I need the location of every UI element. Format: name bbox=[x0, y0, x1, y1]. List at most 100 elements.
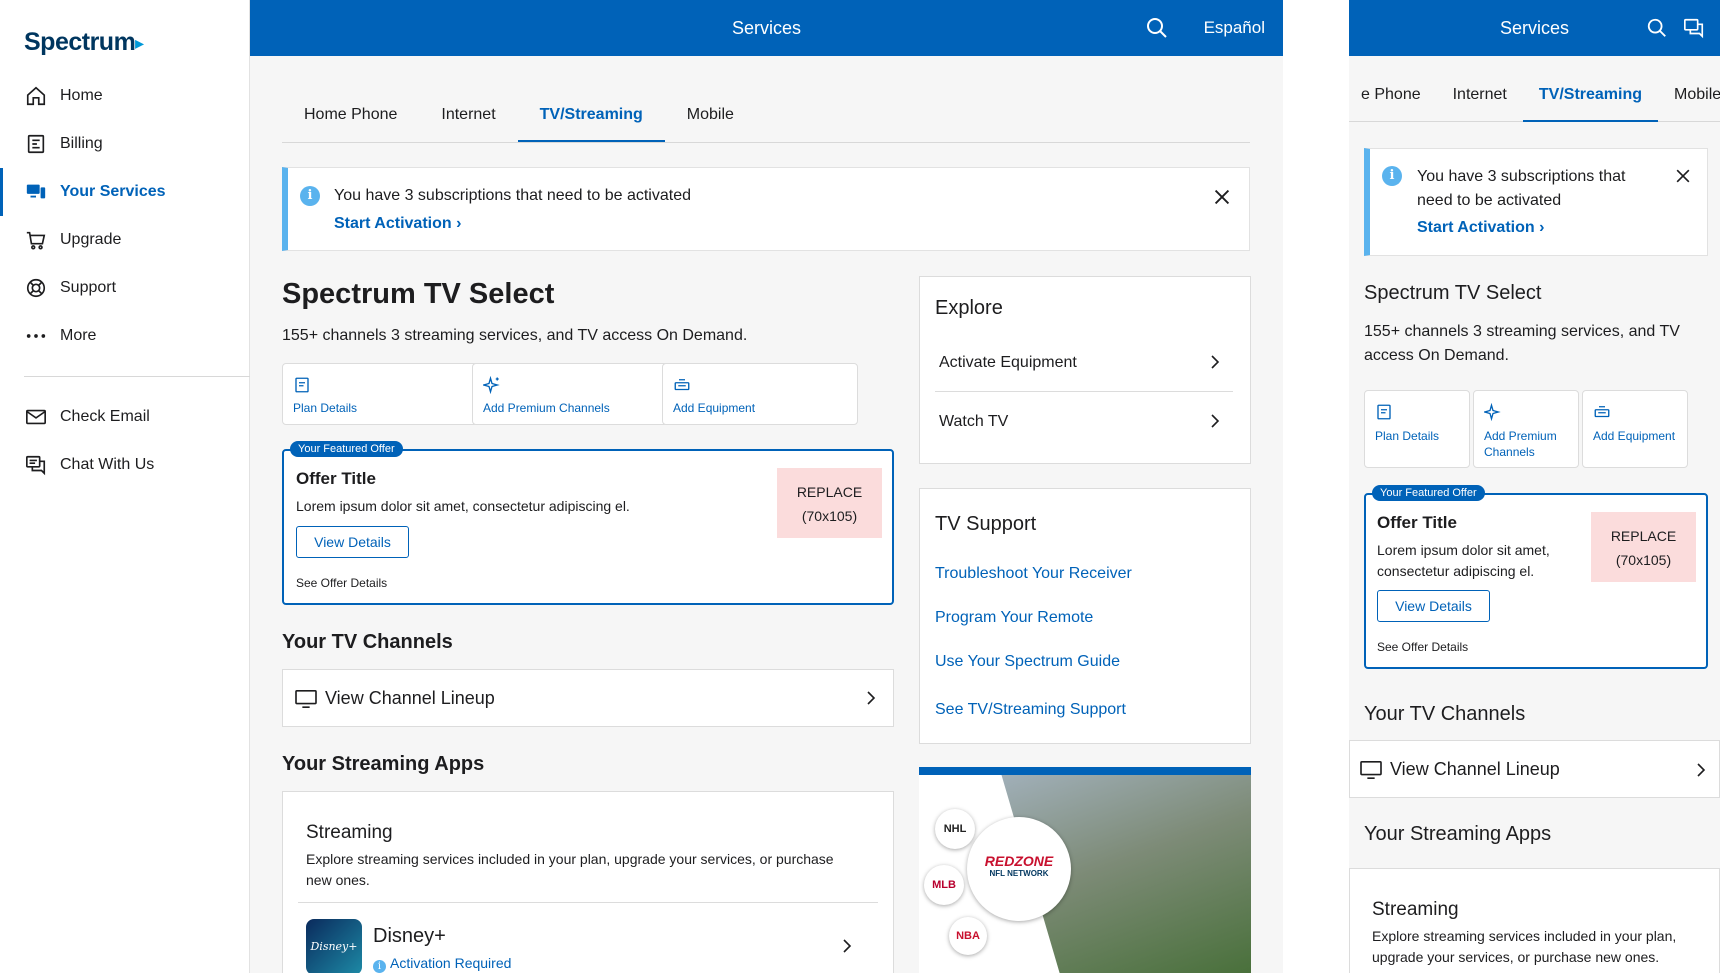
home-icon bbox=[24, 84, 48, 108]
spectrum-guide-link[interactable]: Use Your Spectrum Guide bbox=[935, 653, 1120, 671]
add-premium-channels-button[interactable]: Add Premium Channels bbox=[472, 363, 668, 425]
plan-details-button[interactable]: Plan Details bbox=[1364, 390, 1470, 468]
chevron-right-icon bbox=[1693, 762, 1709, 778]
sidebar-item-label: Support bbox=[60, 279, 117, 296]
sidebar-divider bbox=[24, 376, 250, 377]
start-activation-link[interactable]: Start Activation › bbox=[334, 215, 461, 233]
sidebar-item-label: More bbox=[60, 327, 97, 344]
add-premium-channels-button[interactable]: Add Premium Channels bbox=[1473, 390, 1579, 468]
activation-status-label: Activation Required bbox=[390, 955, 512, 971]
sidebar-item-billing[interactable]: Billing bbox=[0, 120, 250, 168]
chevron-right-icon[interactable] bbox=[839, 938, 855, 954]
sidebar-nav: Home Billing Your Services Upgrade Suppo… bbox=[0, 72, 250, 489]
nhl-badge: NHL bbox=[935, 809, 975, 849]
view-channel-lineup-label: View Channel Lineup bbox=[1390, 759, 1560, 779]
sidebar-item-check-email[interactable]: Check Email bbox=[0, 393, 250, 441]
tv-support-heading: TV Support bbox=[935, 513, 1037, 535]
mobile-top-bar: Services bbox=[1349, 0, 1720, 56]
activate-equipment-link[interactable]: Activate Equipment bbox=[935, 334, 1233, 392]
info-icon: i bbox=[373, 960, 386, 973]
featured-offer-card: Your Featured Offer Offer Title Lorem ip… bbox=[282, 441, 894, 605]
add-premium-channels-label: Add Premium Channels bbox=[1484, 429, 1557, 459]
offer-title: Offer Title bbox=[296, 469, 376, 488]
sidebar-item-label: Billing bbox=[60, 135, 103, 152]
search-icon[interactable] bbox=[1145, 16, 1169, 40]
placeholder-line-1: REPLACE bbox=[1610, 528, 1677, 544]
tab-internet[interactable]: Internet bbox=[1437, 78, 1523, 122]
view-details-button[interactable]: View Details bbox=[1377, 590, 1490, 622]
tv-channels-heading: Your TV Channels bbox=[282, 631, 453, 653]
spectrum-logo[interactable]: Spectrum▸ bbox=[24, 28, 143, 57]
close-icon[interactable] bbox=[1673, 166, 1693, 186]
search-icon[interactable] bbox=[1646, 17, 1668, 39]
activation-status: i Activation Required bbox=[373, 955, 511, 973]
watch-tv-link[interactable]: Watch TV bbox=[935, 393, 1233, 451]
redzone-title: REDZONE bbox=[984, 853, 1054, 869]
tv-streaming-support-link[interactable]: See TV/Streaming Support bbox=[935, 701, 1126, 719]
sidebar-item-label: Chat With Us bbox=[60, 456, 155, 473]
sidebar-item-label: Check Email bbox=[60, 408, 150, 425]
streaming-card: Streaming Explore streaming services inc… bbox=[282, 791, 894, 973]
plan-details-button[interactable]: Plan Details bbox=[282, 363, 478, 425]
language-toggle[interactable]: Español bbox=[1204, 18, 1265, 38]
add-equipment-button[interactable]: Add Equipment bbox=[662, 363, 858, 425]
tab-home-phone[interactable]: e Phone bbox=[1349, 78, 1437, 122]
top-bar: Services Español bbox=[250, 0, 1283, 56]
chat-icon[interactable] bbox=[1682, 17, 1706, 39]
streaming-card-description: Explore streaming services included in y… bbox=[1372, 928, 1677, 965]
cart-icon bbox=[24, 228, 48, 252]
tab-mobile[interactable]: Mobile bbox=[1658, 78, 1720, 122]
see-offer-details-link[interactable]: See Offer Details bbox=[296, 576, 387, 590]
explore-heading: Explore bbox=[935, 297, 1003, 319]
program-remote-link[interactable]: Program Your Remote bbox=[935, 609, 1093, 627]
view-channel-lineup-row[interactable]: View Channel Lineup bbox=[1349, 740, 1720, 798]
mail-icon bbox=[24, 405, 48, 429]
add-equipment-label: Add Equipment bbox=[673, 401, 756, 415]
app-name[interactable]: Disney+ bbox=[373, 925, 446, 948]
add-equipment-button[interactable]: Add Equipment bbox=[1582, 390, 1688, 468]
close-icon[interactable] bbox=[1211, 186, 1233, 208]
plan-title: Spectrum TV Select bbox=[282, 278, 555, 310]
start-activation-label: Start Activation bbox=[334, 215, 452, 232]
tab-home-phone[interactable]: Home Phone bbox=[282, 96, 419, 142]
see-offer-details-link[interactable]: See Offer Details bbox=[1377, 640, 1468, 654]
streaming-card-title: Streaming bbox=[306, 822, 393, 843]
view-channel-lineup-row[interactable]: View Channel Lineup bbox=[282, 669, 894, 727]
tab-tv-streaming[interactable]: TV/Streaming bbox=[517, 96, 665, 142]
chevron-right-icon bbox=[1207, 413, 1223, 429]
view-channel-lineup-label: View Channel Lineup bbox=[325, 688, 495, 708]
offer-title: Offer Title bbox=[1377, 513, 1457, 532]
sidebar-item-label: Home bbox=[60, 87, 103, 104]
lifebuoy-icon bbox=[24, 276, 48, 300]
mobile-plan-title: Spectrum TV Select bbox=[1364, 282, 1542, 304]
sidebar-item-upgrade[interactable]: Upgrade bbox=[0, 216, 250, 264]
start-activation-link[interactable]: Start Activation › bbox=[1417, 219, 1544, 237]
sidebar-item-home[interactable]: Home bbox=[0, 72, 250, 120]
tab-internet[interactable]: Internet bbox=[419, 96, 517, 142]
activation-alert: i You have 3 subscriptions that need to … bbox=[282, 167, 1250, 251]
sidebar-item-label: Your Services bbox=[60, 183, 166, 200]
sidebar-item-chat-with-us[interactable]: Chat With Us bbox=[0, 441, 250, 489]
mobile-tv-channels-heading: Your TV Channels bbox=[1364, 703, 1526, 725]
placeholder-line-2: (70x105) bbox=[801, 508, 858, 524]
view-details-button[interactable]: View Details bbox=[296, 526, 409, 558]
sidebar-item-support[interactable]: Support bbox=[0, 264, 250, 312]
mobile-streaming-apps-heading: Your Streaming Apps bbox=[1364, 823, 1552, 845]
placeholder-line-1: REPLACE bbox=[796, 484, 863, 500]
redzone-network: NFL NETWORK bbox=[989, 869, 1049, 878]
sidebar-item-more[interactable]: More bbox=[0, 312, 250, 360]
chevron-right-icon: › bbox=[456, 215, 462, 232]
tab-tv-streaming[interactable]: TV/Streaming bbox=[1522, 78, 1659, 122]
divider bbox=[298, 902, 878, 903]
troubleshoot-receiver-link[interactable]: Troubleshoot Your Receiver bbox=[935, 565, 1132, 583]
sports-promo-image[interactable]: NHL MLB NBA REDZONE NFL NETWORK bbox=[919, 767, 1251, 973]
mobile-preview: Services e Phone Internet TV/Streaming M… bbox=[1349, 0, 1720, 973]
main-content: Services Español Home Phone Internet TV/… bbox=[250, 0, 1283, 973]
receiver-icon bbox=[673, 376, 691, 394]
sidebar-item-your-services[interactable]: Your Services bbox=[0, 168, 250, 216]
nba-badge: NBA bbox=[949, 917, 987, 955]
tab-mobile[interactable]: Mobile bbox=[665, 96, 756, 142]
disney-plus-logo: Disney+ bbox=[306, 919, 362, 973]
redzone-logo: REDZONE NFL NETWORK bbox=[967, 817, 1071, 921]
sidebar: Spectrum▸ Home Billing Your Services Upg… bbox=[0, 0, 250, 973]
